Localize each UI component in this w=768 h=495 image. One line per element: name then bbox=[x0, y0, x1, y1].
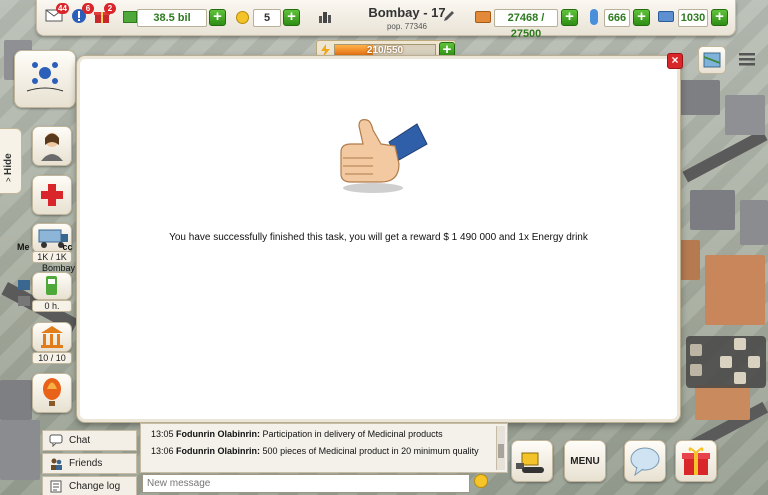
bulldozer-button[interactable] bbox=[511, 440, 553, 482]
building bbox=[690, 190, 735, 230]
thermometer-icon bbox=[590, 9, 598, 25]
chat-message: 13:05 Fodunrin Olabinrin: Participation … bbox=[151, 429, 443, 439]
add-thermo-button[interactable]: + bbox=[633, 9, 650, 26]
bank-icon bbox=[41, 326, 63, 348]
building bbox=[680, 240, 700, 280]
nav-left-button[interactable] bbox=[720, 356, 732, 368]
document-icon bbox=[50, 480, 62, 493]
gold-field: 5 bbox=[253, 9, 281, 27]
hospital-button[interactable] bbox=[32, 175, 72, 215]
map-navigation-pad bbox=[686, 336, 766, 388]
building bbox=[0, 380, 32, 420]
side-mini-icon bbox=[18, 296, 30, 306]
chat-bubble-icon bbox=[49, 434, 63, 447]
road bbox=[682, 129, 768, 183]
tab-friends[interactable]: Friends bbox=[42, 453, 137, 474]
add-gold-button[interactable]: + bbox=[283, 9, 300, 26]
add-money-button[interactable]: + bbox=[209, 9, 226, 26]
workers-icon bbox=[475, 11, 491, 23]
zoom-in-button[interactable] bbox=[690, 344, 702, 356]
transport-field: 1030 bbox=[678, 9, 708, 27]
advisor-button[interactable] bbox=[32, 126, 72, 166]
building bbox=[680, 80, 720, 115]
hot-air-balloon-icon bbox=[43, 378, 61, 406]
zoom-out-button[interactable] bbox=[690, 364, 702, 376]
building bbox=[0, 420, 40, 480]
building bbox=[705, 255, 765, 325]
add-workers-button[interactable]: + bbox=[561, 9, 578, 26]
hamburger-menu-button[interactable] bbox=[734, 46, 762, 74]
chat-tabs: Chat Friends Change log (87) bbox=[42, 430, 137, 495]
advisor-woman-icon bbox=[41, 133, 63, 161]
tab-chat-label: Chat bbox=[69, 435, 91, 446]
hide-label: Hide bbox=[3, 153, 14, 175]
bank-caption: 10 / 10 bbox=[32, 352, 72, 364]
hide-panel-tab[interactable]: Hide ^ bbox=[0, 128, 22, 194]
energy-text: 210/550 bbox=[366, 45, 404, 56]
workers-field: 27468 / 27500 bbox=[494, 9, 558, 40]
chat-scroll-thumb[interactable] bbox=[498, 444, 504, 458]
city-icon bbox=[318, 11, 332, 26]
fuel-pump-icon bbox=[46, 276, 57, 295]
building bbox=[725, 95, 765, 135]
alert-icon[interactable]: 6 bbox=[71, 3, 94, 24]
map-icon bbox=[703, 52, 721, 68]
gift-icon[interactable]: 2 bbox=[93, 3, 116, 24]
menu-label: MENU bbox=[570, 456, 600, 467]
balloon-button[interactable] bbox=[32, 373, 72, 413]
money-icon bbox=[123, 11, 137, 23]
transport-icon bbox=[658, 11, 674, 22]
tab-chat[interactable]: Chat bbox=[42, 430, 137, 451]
messages-button[interactable] bbox=[624, 440, 666, 482]
gift-box-icon bbox=[682, 447, 710, 475]
map-button[interactable] bbox=[698, 46, 726, 74]
nav-down-button[interactable] bbox=[734, 372, 746, 384]
mail-icon[interactable]: 44 bbox=[45, 3, 69, 24]
gift-shop-button[interactable] bbox=[675, 440, 717, 482]
company-logo-icon bbox=[26, 62, 64, 92]
gift-badge: 2 bbox=[104, 3, 116, 14]
gold-coin-icon bbox=[236, 11, 249, 24]
red-cross-icon bbox=[41, 184, 63, 206]
fuel-button[interactable] bbox=[32, 272, 72, 300]
emoji-icon[interactable] bbox=[474, 474, 488, 488]
menu-button[interactable]: MENU bbox=[564, 440, 606, 482]
thermometer-field: 666 bbox=[604, 9, 630, 27]
building bbox=[695, 385, 750, 420]
edit-pencil-icon[interactable] bbox=[442, 9, 456, 26]
fuel-caption: 0 h. bbox=[32, 300, 72, 312]
chevron-up-icon: ^ bbox=[6, 177, 11, 188]
truck-caption: 1K / 1K bbox=[32, 251, 72, 263]
task-complete-dialog: You have successfully finished this task… bbox=[77, 56, 680, 422]
chat-log: 13:05 Fodunrin Olabinrin: Participation … bbox=[140, 423, 508, 473]
building bbox=[740, 200, 768, 245]
speech-bubble-icon bbox=[630, 447, 660, 477]
top-resource-bar: 44 6 2 38.5 bil + 5 + Bombay - 17 pop. 7… bbox=[36, 0, 736, 40]
thumbs-up-icon bbox=[333, 116, 429, 199]
task-complete-message: You have successfully finished this task… bbox=[169, 232, 588, 243]
chat-message: 13:06 Fodunrin Olabinrin: 500 pieces of … bbox=[151, 446, 479, 456]
hamburger-icon bbox=[739, 53, 755, 66]
bank-button[interactable] bbox=[32, 322, 72, 352]
friends-icon bbox=[51, 458, 62, 470]
side-mini-icon bbox=[18, 280, 30, 290]
company-logo-button[interactable] bbox=[14, 50, 76, 108]
money-field: 38.5 bil bbox=[137, 9, 207, 27]
mail-badge: 44 bbox=[56, 3, 69, 14]
bulldozer-icon bbox=[516, 452, 544, 473]
chat-message-input[interactable] bbox=[142, 474, 470, 493]
add-transport-button[interactable]: + bbox=[711, 9, 728, 26]
close-dialog-button[interactable]: × bbox=[667, 53, 683, 69]
tab-change-log-label: Change log (87) bbox=[69, 481, 121, 492]
nav-up-button[interactable] bbox=[734, 338, 746, 350]
tab-change-log[interactable]: Change log (87) bbox=[42, 476, 137, 495]
obscured-label: Me cc bbox=[17, 242, 73, 252]
nav-right-button[interactable] bbox=[748, 356, 760, 368]
tab-friends-label: Friends bbox=[69, 458, 103, 469]
chat-scrollbar[interactable] bbox=[496, 426, 505, 470]
